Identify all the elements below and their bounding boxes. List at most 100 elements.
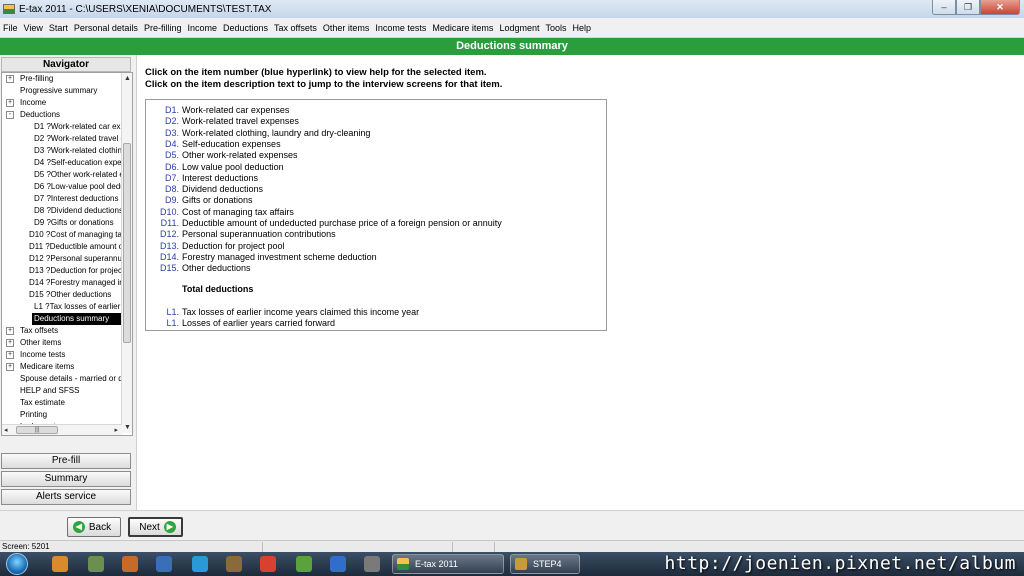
navigator-item[interactable]: D8 ?Dividend deductions — [2, 205, 122, 217]
navigator-item[interactable]: D6 ?Low-value pool deduction — [2, 181, 122, 193]
scroll-right-icon[interactable]: ▸ — [114, 425, 118, 435]
item-description-link[interactable]: Losses of earlier years carried forward — [182, 318, 335, 329]
navigator-item[interactable]: - Deductions — [2, 109, 122, 121]
taskbar-app-icon[interactable] — [156, 556, 172, 572]
horizontal-scroll-thumb[interactable]: ||| — [16, 426, 58, 434]
taskbar-media-icon[interactable] — [122, 556, 138, 572]
item-description-link[interactable]: Gifts or donations — [182, 195, 253, 206]
close-button[interactable]: ✕ — [980, 0, 1020, 15]
menu-item-other-items[interactable]: Other items — [323, 23, 370, 33]
start-button-icon[interactable] — [6, 553, 28, 575]
item-number-link[interactable]: D15. — [160, 263, 179, 274]
navigator-item[interactable]: + Pre-filling — [2, 73, 122, 85]
item-number-link[interactable]: D1. — [165, 105, 179, 116]
navigator-item[interactable]: D9 ?Gifts or donations — [2, 217, 122, 229]
item-description-link[interactable]: Other work-related expenses — [182, 150, 298, 161]
expand-toggle-icon[interactable]: + — [6, 351, 14, 359]
expand-toggle-icon[interactable]: - — [6, 111, 14, 119]
taskbar-chrome-icon[interactable] — [260, 556, 276, 572]
item-number-link[interactable]: D9. — [165, 195, 179, 206]
item-number-link[interactable]: D10. — [160, 207, 179, 218]
navigator-item[interactable]: L1 ?Tax losses of earlier income years — [2, 301, 122, 313]
item-number-link[interactable]: L1. — [166, 318, 179, 329]
navigator-item[interactable]: D7 ?Interest deductions — [2, 193, 122, 205]
navigator-item[interactable]: Progressive summary — [2, 85, 122, 97]
menu-item-file[interactable]: File — [3, 23, 18, 33]
item-description-link[interactable]: Dividend deductions — [182, 184, 263, 195]
navigator-item[interactable]: + Medicare items — [2, 361, 122, 373]
scroll-left-icon[interactable]: ◂ — [4, 425, 8, 435]
item-description-link[interactable]: Other deductions — [182, 263, 251, 274]
scroll-thumb[interactable] — [123, 143, 131, 343]
taskbar-app-icon[interactable] — [364, 556, 380, 572]
item-number-link[interactable]: D8. — [165, 184, 179, 195]
minimize-button[interactable]: – — [932, 0, 956, 15]
navigator-item[interactable]: + Tax offsets — [2, 325, 122, 337]
item-description-link[interactable]: Interest deductions — [182, 173, 258, 184]
navigator-item[interactable]: D1 ?Work-related car expenses — [2, 121, 122, 133]
item-number-link[interactable]: D2. — [165, 116, 179, 127]
item-description-link[interactable]: Tax losses of earlier income years claim… — [182, 307, 419, 318]
menu-item-help[interactable]: Help — [572, 23, 591, 33]
item-number-link[interactable]: D6. — [165, 162, 179, 173]
item-number-link[interactable]: D11. — [161, 218, 179, 229]
menu-item-medicare-items[interactable]: Medicare items — [432, 23, 493, 33]
menu-item-deductions[interactable]: Deductions — [223, 23, 268, 33]
navigator-horizontal-scrollbar[interactable]: ◂ ||| ▸ — [2, 424, 122, 435]
taskbar-skype-icon[interactable] — [192, 556, 208, 572]
navigator-item[interactable]: Tax estimate — [2, 397, 122, 409]
expand-toggle-icon[interactable]: + — [6, 339, 14, 347]
menu-item-start[interactable]: Start — [49, 23, 68, 33]
pre-fill-button[interactable]: Pre-fill — [1, 453, 131, 469]
navigator-item[interactable]: D2 ?Work-related travel expenses — [2, 133, 122, 145]
navigator-item[interactable]: + Income — [2, 97, 122, 109]
item-description-link[interactable]: Work-related travel expenses — [182, 116, 299, 127]
expand-toggle-icon[interactable]: + — [6, 75, 14, 83]
taskbar-ie-icon[interactable] — [330, 556, 346, 572]
menu-item-personal-details[interactable]: Personal details — [74, 23, 138, 33]
expand-toggle-icon[interactable]: + — [6, 363, 14, 371]
navigator-item[interactable]: Printing — [2, 409, 122, 421]
taskbar-app-icon[interactable] — [226, 556, 242, 572]
alerts-service-button[interactable]: Alerts service — [1, 489, 131, 505]
navigator-item[interactable]: D14 ?Forestry managed investment — [2, 277, 122, 289]
menu-item-income[interactable]: Income — [187, 23, 217, 33]
expand-toggle-icon[interactable]: + — [6, 327, 14, 335]
item-description-link[interactable]: Self-education expenses — [182, 139, 281, 150]
menu-item-view[interactable]: View — [24, 23, 43, 33]
item-number-link[interactable]: D12. — [160, 229, 179, 240]
item-description-link[interactable]: Deductible amount of undeducted purchase… — [182, 218, 502, 229]
summary-button[interactable]: Summary — [1, 471, 131, 487]
menu-item-pre-filling[interactable]: Pre-filling — [144, 23, 182, 33]
navigator-item[interactable]: + Income tests — [2, 349, 122, 361]
item-number-link[interactable]: D13. — [160, 241, 179, 252]
taskbar-app-icon[interactable] — [88, 556, 104, 572]
item-number-link[interactable]: D3. — [165, 128, 179, 139]
navigator-item[interactable]: D5 ?Other work-related expenses — [2, 169, 122, 181]
item-description-link[interactable]: Deduction for project pool — [182, 241, 285, 252]
menu-item-tax-offsets[interactable]: Tax offsets — [274, 23, 317, 33]
item-description-link[interactable]: Personal superannuation contributions — [182, 229, 336, 240]
item-number-link[interactable]: L1. — [166, 307, 179, 318]
navigator-item[interactable]: D11 ?Deductible amount of undeducted — [2, 241, 122, 253]
navigator-item[interactable]: D3 ?Work-related clothing — [2, 145, 122, 157]
item-description-link[interactable]: Work-related clothing, laundry and dry-c… — [182, 128, 370, 139]
item-description-link[interactable]: Low value pool deduction — [182, 162, 284, 173]
item-number-link[interactable]: D7. — [165, 173, 179, 184]
menu-item-income-tests[interactable]: Income tests — [375, 23, 426, 33]
navigator-item[interactable]: D13 ?Deduction for project pool — [2, 265, 122, 277]
navigator-item[interactable]: HELP and SFSS — [2, 385, 122, 397]
navigator-item[interactable]: Deductions summary — [2, 313, 122, 325]
expand-toggle-icon[interactable]: + — [6, 99, 14, 107]
navigator-item[interactable]: D4 ?Self-education expenses — [2, 157, 122, 169]
taskbar-task-etax[interactable]: E-tax 2011 — [392, 554, 504, 574]
taskbar-app-icon[interactable] — [296, 556, 312, 572]
item-number-link[interactable]: D5. — [165, 150, 179, 161]
navigator-item[interactable]: Spouse details - married or de facto — [2, 373, 122, 385]
item-description-link[interactable]: Forestry managed investment scheme deduc… — [182, 252, 377, 263]
item-description-link[interactable]: Work-related car expenses — [182, 105, 289, 116]
navigator-item[interactable]: D15 ?Other deductions — [2, 289, 122, 301]
next-button[interactable]: Next ▶ — [128, 517, 183, 537]
maximize-button[interactable]: ❐ — [956, 0, 980, 15]
menu-item-tools[interactable]: Tools — [545, 23, 566, 33]
